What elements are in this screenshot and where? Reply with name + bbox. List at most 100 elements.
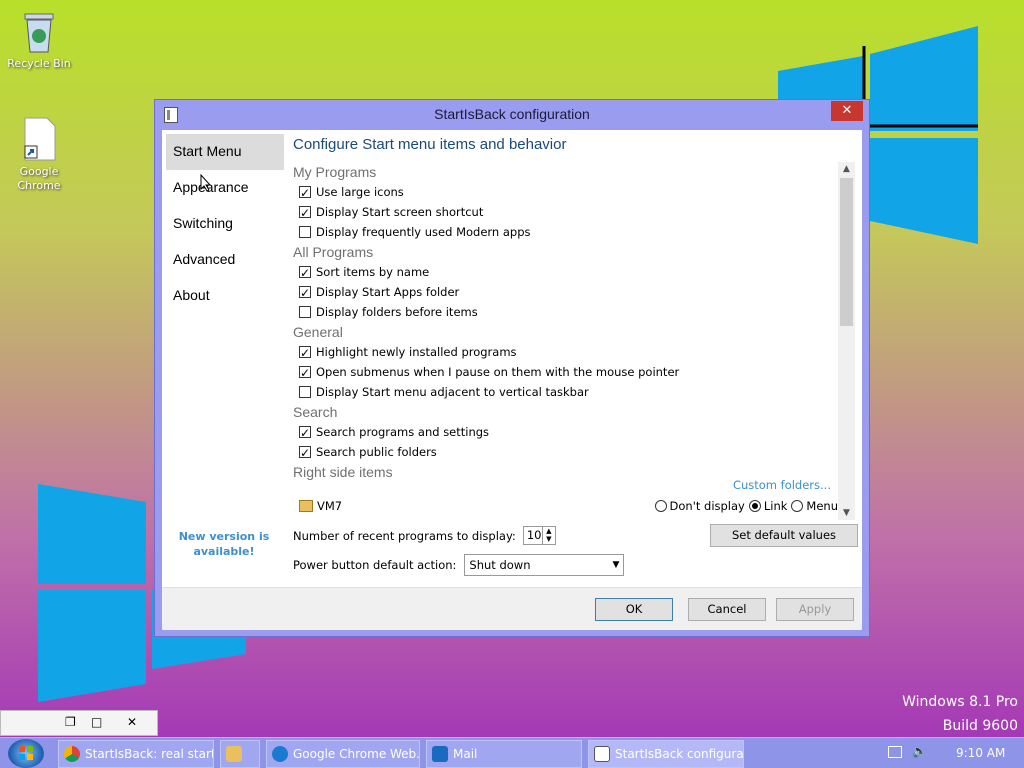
startisback-config-dialog: StartIsBack configuration ✕ Start Menu A… [154, 99, 870, 637]
scroll-up-arrow-icon[interactable]: ▲ [838, 162, 855, 176]
chevron-down-icon: ▼ [612, 560, 620, 570]
checkbox[interactable] [299, 263, 311, 283]
option-label: Display Start menu adjacent to vertical … [316, 385, 589, 399]
file-explorer-icon [226, 746, 242, 762]
option-row[interactable]: Display Start menu adjacent to vertical … [293, 382, 855, 402]
apply-button[interactable]: Apply [776, 598, 854, 621]
ie-icon [272, 746, 288, 762]
scrollbar-thumb[interactable] [840, 178, 853, 326]
volume-muted-icon[interactable]: 🔈 [912, 744, 927, 758]
option-row[interactable]: Search public folders [293, 442, 855, 463]
option-label: Highlight newly installed programs [316, 345, 517, 359]
dialog-title: StartIsBack configuration [434, 106, 590, 122]
option-row[interactable]: Use large icons [293, 182, 855, 203]
new-version-link[interactable]: New version is available! [174, 529, 274, 559]
right-side-item-row: VM7 Don't display Link Menu [293, 496, 838, 516]
scroll-down-arrow-icon[interactable]: ▼ [838, 506, 855, 520]
network-icon[interactable] [888, 746, 902, 758]
nav-item-start-menu[interactable]: Start Menu [166, 134, 284, 170]
taskbar-item-startisback-config[interactable]: StartIsBack configura... [588, 740, 744, 768]
option-row[interactable]: Display folders before items [293, 302, 855, 322]
taskbar-item-mail[interactable]: Mail [426, 740, 582, 768]
section-title: General [293, 324, 343, 340]
checkbox[interactable] [299, 183, 311, 203]
option-label: Display frequently used Modern apps [316, 225, 531, 239]
recent-programs-label: Number of recent programs to display: [293, 528, 516, 543]
content-header: Configure Start menu items and behavior [293, 136, 853, 157]
options-list: My Programs Use large icons Display Start … [293, 162, 855, 463]
section-title: All Programs [293, 244, 374, 260]
option-row[interactable]: Display Start Apps folder [293, 282, 855, 303]
option-row[interactable]: Display frequently used Modern apps [293, 222, 855, 242]
dialog-titlebar[interactable]: StartIsBack configuration ✕ [155, 100, 869, 130]
option-row[interactable]: Highlight newly installed programs [293, 342, 855, 363]
radio-dont-display[interactable]: Don't display [654, 499, 745, 513]
option-row[interactable]: Search programs and settings [293, 422, 855, 443]
checkbox[interactable] [299, 283, 311, 303]
option-row[interactable]: Sort items by name [293, 262, 855, 283]
checkbox[interactable] [299, 386, 311, 398]
desktop-icon-google-chrome[interactable]: Google Chrome [4, 116, 74, 193]
restore-icon[interactable]: ❐ [65, 715, 76, 729]
floating-window-controls: ❐ □ ✕ [0, 710, 158, 736]
option-label: Use large icons [316, 185, 404, 199]
checkbox[interactable] [299, 226, 311, 238]
option-label: Open submenus when I pause on them with … [316, 365, 680, 379]
taskbar-item-label: StartIsBack: real start ... [85, 747, 214, 761]
close-icon[interactable]: ✕ [127, 715, 137, 729]
checkbox[interactable] [299, 203, 311, 223]
option-row[interactable]: Open submenus when I pause on them with … [293, 362, 855, 383]
option-label: Display Start screen shortcut [316, 205, 484, 219]
checkbox[interactable] [299, 306, 311, 318]
cancel-button[interactable]: Cancel [688, 598, 766, 621]
power-action-select[interactable]: Shut down ▼ [464, 554, 625, 576]
radio-button[interactable] [748, 500, 761, 512]
windows-edition-label: Windows 8.1 Pro [902, 694, 1018, 710]
checkbox[interactable] [299, 363, 311, 383]
close-button[interactable]: ✕ [831, 101, 863, 121]
checkbox[interactable] [299, 343, 311, 363]
vertical-scrollbar[interactable]: ▲ ▼ [838, 162, 855, 520]
options-scroll-area[interactable]: My Programs Use large icons Display Start … [293, 162, 855, 520]
desktop-icon-label: Google Chrome [17, 165, 61, 192]
power-action-value: Shut down [469, 558, 531, 572]
set-default-values-button[interactable]: Set default values [710, 524, 858, 547]
radio-link[interactable]: Link [748, 499, 787, 513]
nav-item-about[interactable]: About [166, 278, 284, 314]
taskbar-item-file-explorer[interactable] [220, 740, 260, 768]
start-button[interactable] [8, 739, 44, 768]
taskbar-item-label: Mail [453, 747, 478, 761]
custom-folders-link[interactable]: Custom folders... [733, 478, 831, 492]
checkbox[interactable] [299, 443, 311, 463]
radio-button[interactable] [791, 500, 804, 512]
chrome-icon [64, 746, 80, 762]
option-label: Search programs and settings [316, 425, 490, 439]
radio-button[interactable] [654, 500, 667, 512]
desktop-icon-recycle-bin[interactable]: Recycle Bin [4, 8, 74, 71]
nav-item-advanced[interactable]: Advanced [166, 242, 284, 278]
clock[interactable]: 9:10 AM [956, 746, 1005, 760]
file-shortcut-icon [19, 116, 59, 162]
recycle-bin-icon [19, 8, 59, 54]
mouse-cursor-icon [200, 174, 212, 192]
dialog-footer: OK Cancel Apply [162, 587, 862, 630]
nav-item-appearance[interactable]: Appearance [166, 170, 284, 206]
taskbar-item-startisback-chrome[interactable]: StartIsBack: real start ... [58, 740, 214, 768]
option-label: Search public folders [316, 445, 437, 459]
taskbar: StartIsBack: real start ... Google Chrom… [0, 737, 1024, 768]
option-label: Display Start Apps folder [316, 285, 460, 299]
option-row[interactable]: Display Start screen shortcut [293, 202, 855, 223]
maximize-icon[interactable]: □ [91, 715, 102, 729]
radio-menu[interactable]: Menu [791, 499, 838, 513]
ok-button[interactable]: OK [595, 598, 673, 621]
taskbar-item-google-chrome-web[interactable]: Google Chrome Web... [266, 740, 420, 768]
power-button-row: Power button default action: Shut down ▼ [293, 554, 625, 576]
nav-item-switching[interactable]: Switching [166, 206, 284, 242]
taskbar-item-label: StartIsBack configura... [615, 747, 744, 761]
recent-programs-input[interactable]: 10 [522, 526, 543, 545]
power-action-label: Power button default action: [293, 558, 457, 572]
right-side-item-label: VM7 [317, 499, 343, 513]
folder-icon [299, 500, 313, 512]
checkbox[interactable] [299, 423, 311, 443]
spinner-arrows-icon[interactable]: ▲ ▼ [542, 526, 556, 545]
